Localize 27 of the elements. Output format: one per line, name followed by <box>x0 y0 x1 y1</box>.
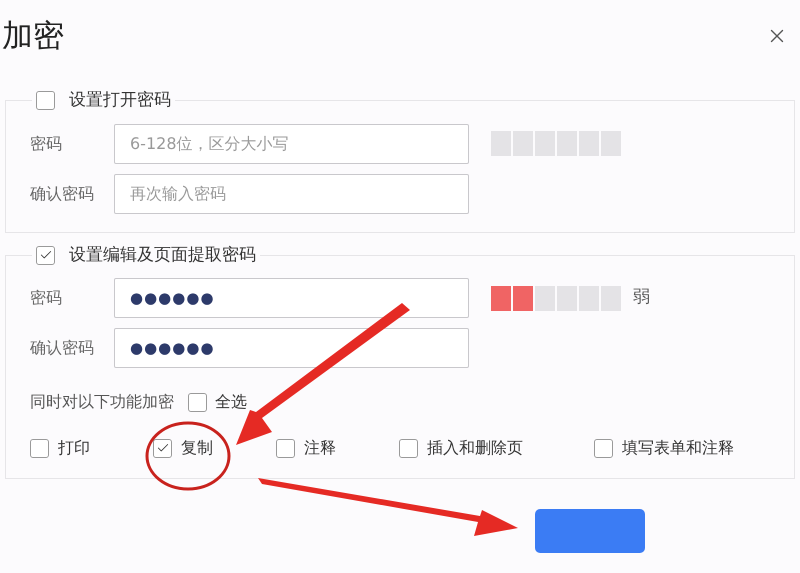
field-label: 密码 <box>30 287 63 309</box>
field-label: 确认密码 <box>30 337 95 359</box>
password-field[interactable]: 6-128位，区分大小写 <box>114 124 469 164</box>
checkbox[interactable] <box>594 438 613 458</box>
section-label: 设置打开密码 <box>69 89 171 112</box>
strength-label: 弱 <box>633 286 650 310</box>
also-encrypt-label: 同时对以下功能加密 <box>30 391 174 413</box>
option-checkbox-label[interactable]: 插入和删除页 <box>399 436 594 460</box>
option-checkbox-label[interactable]: 复制 <box>153 436 276 460</box>
select-all-checkbox-label[interactable]: 全选 <box>188 390 247 414</box>
section-label: 设置编辑及页面提取密码 <box>69 244 256 266</box>
checkbox[interactable] <box>153 438 172 458</box>
dialog-title: 加密 <box>2 16 64 56</box>
option-checkbox-label[interactable]: 填写表单和注释 <box>594 436 734 460</box>
checkbox[interactable] <box>36 91 55 110</box>
field-label: 确认密码 <box>30 182 95 204</box>
option-checkbox-label[interactable]: 打印 <box>30 436 153 460</box>
option-checkbox-label[interactable]: 注释 <box>276 436 399 460</box>
checkbox[interactable] <box>399 438 418 458</box>
checkbox[interactable] <box>276 438 295 458</box>
password-field[interactable]: 再次输入密码 <box>114 174 469 214</box>
checkbox[interactable] <box>36 246 55 265</box>
password-field[interactable]: ●●●●●● <box>114 278 469 318</box>
checkbox[interactable] <box>30 438 49 458</box>
password-field[interactable]: ●●●●●● <box>114 328 469 368</box>
checkbox[interactable] <box>188 392 207 412</box>
field-label: 密码 <box>30 132 63 154</box>
